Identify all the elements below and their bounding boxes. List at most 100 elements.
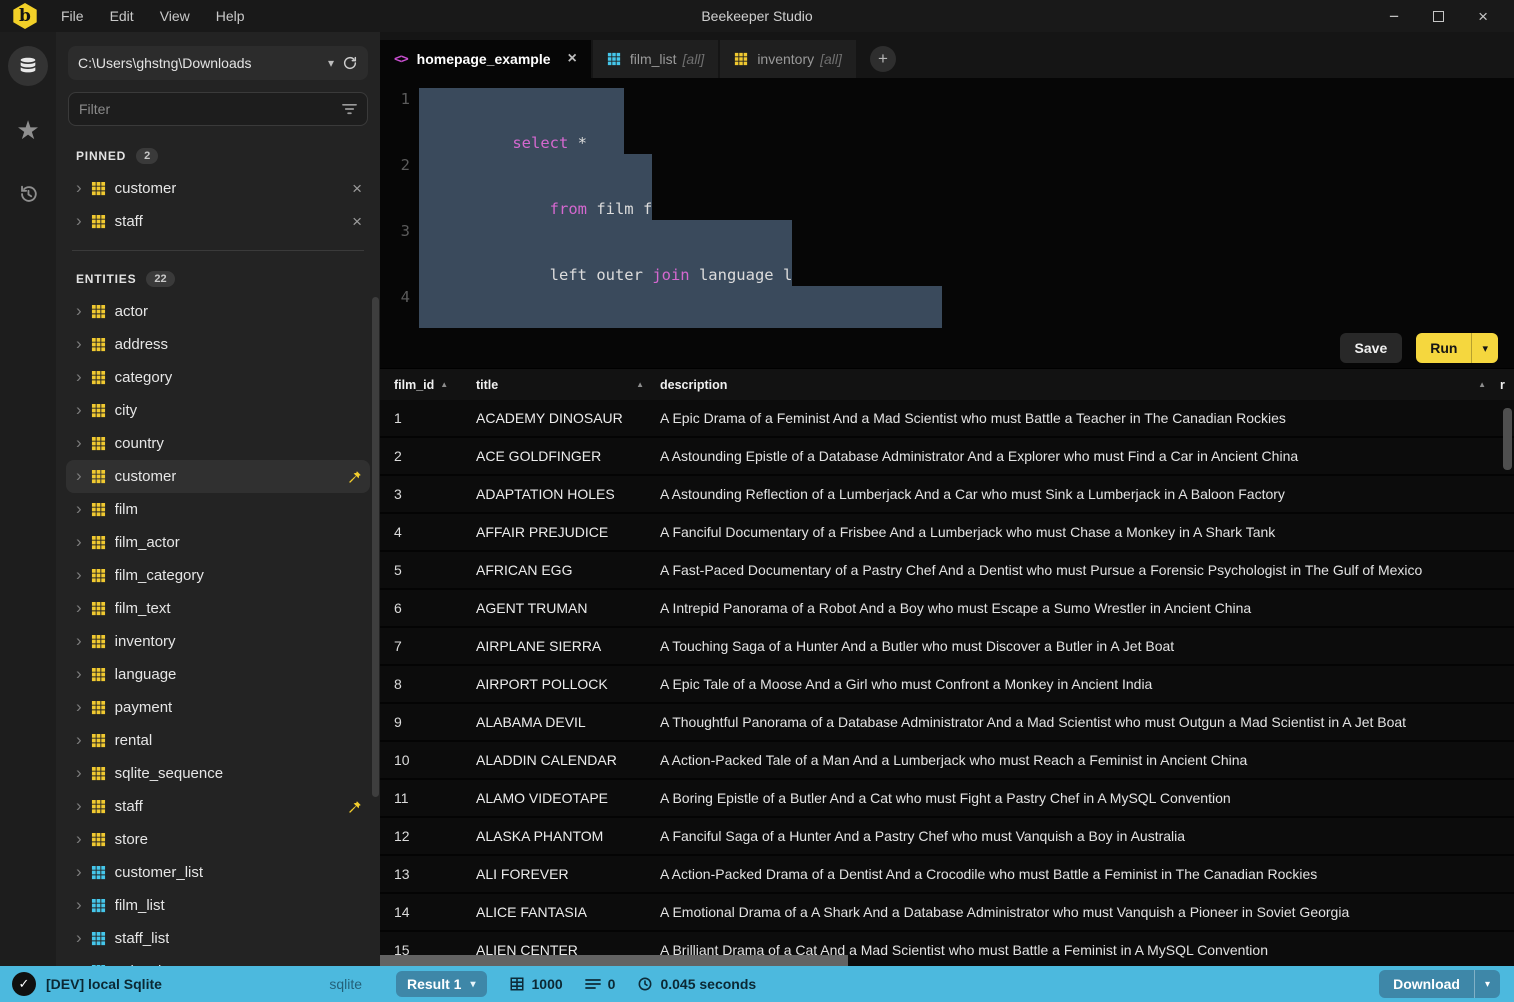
- table-row[interactable]: 1 ACADEMY DINOSAUR A Epic Drama of a Fem…: [380, 400, 1514, 438]
- chevron-right-icon[interactable]: ›: [76, 212, 82, 229]
- tab-film-list[interactable]: film_list [all]: [592, 40, 719, 78]
- table-row[interactable]: 6 AGENT TRUMAN A Intrepid Panorama of a …: [380, 590, 1514, 628]
- table-row[interactable]: 12 ALASKA PHANTOM A Fanciful Saga of a H…: [380, 818, 1514, 856]
- maximize-icon[interactable]: [1433, 10, 1445, 22]
- entity-item[interactable]: › city: [66, 394, 370, 427]
- filter-input[interactable]: [79, 101, 342, 117]
- entity-item[interactable]: › staff_list: [66, 922, 370, 955]
- cell-title[interactable]: AIRPORT POLLOCK: [476, 676, 660, 692]
- cell-title[interactable]: AGENT TRUMAN: [476, 600, 660, 616]
- chevron-right-icon[interactable]: ›: [76, 698, 82, 715]
- cell-film-id[interactable]: 12: [380, 828, 476, 844]
- history-icon[interactable]: [8, 174, 48, 214]
- cell-film-id[interactable]: 9: [380, 714, 476, 730]
- cell-description[interactable]: A Fanciful Documentary of a Frisbee And …: [660, 524, 1514, 540]
- chevron-right-icon[interactable]: ›: [76, 401, 82, 418]
- table-row[interactable]: 4 AFFAIR PREJUDICE A Fanciful Documentar…: [380, 514, 1514, 552]
- run-label[interactable]: Run: [1416, 333, 1471, 363]
- entity-item[interactable]: › film: [66, 493, 370, 526]
- entity-item[interactable]: › staff: [66, 790, 370, 823]
- filter-icon[interactable]: [342, 103, 357, 115]
- cell-description[interactable]: A Astounding Epistle of a Database Admin…: [660, 448, 1514, 464]
- chevron-right-icon[interactable]: ›: [76, 764, 82, 781]
- chevron-right-icon[interactable]: ›: [76, 665, 82, 682]
- sidebar-scrollbar[interactable]: [372, 297, 379, 797]
- entity-item[interactable]: › sqlite_sequence: [66, 757, 370, 790]
- entity-item[interactable]: › country: [66, 427, 370, 460]
- entity-item[interactable]: › store: [66, 823, 370, 856]
- column-header-title[interactable]: title ▲: [476, 378, 660, 392]
- download-caret-icon[interactable]: ▾: [1473, 970, 1500, 998]
- cell-description[interactable]: A Fast-Paced Documentary of a Pastry Che…: [660, 562, 1514, 578]
- download-button[interactable]: Download ▾: [1379, 970, 1500, 998]
- entity-item[interactable]: › film_category: [66, 559, 370, 592]
- cell-film-id[interactable]: 3: [380, 486, 476, 502]
- chevron-right-icon[interactable]: ›: [76, 962, 82, 966]
- chevron-right-icon[interactable]: ›: [76, 632, 82, 649]
- table-row[interactable]: 11 ALAMO VIDEOTAPE A Boring Epistle of a…: [380, 780, 1514, 818]
- minimize-icon[interactable]: −: [1389, 8, 1399, 25]
- database-icon[interactable]: [8, 46, 48, 86]
- cell-film-id[interactable]: 14: [380, 904, 476, 920]
- cell-description[interactable]: A Touching Saga of a Hunter And a Butler…: [660, 638, 1514, 654]
- pin-icon[interactable]: [348, 800, 362, 814]
- download-label[interactable]: Download: [1379, 970, 1474, 998]
- cell-description[interactable]: A Action-Packed Tale of a Man And a Lumb…: [660, 752, 1514, 768]
- close-icon[interactable]: ×: [1478, 8, 1488, 25]
- cell-title[interactable]: ACE GOLDFINGER: [476, 448, 660, 464]
- menu-item[interactable]: View: [147, 0, 203, 32]
- sql-editor[interactable]: 1 select * 2 from film f 3 left outer jo…: [380, 78, 1514, 328]
- refresh-icon[interactable]: [342, 55, 358, 71]
- tab-inventory[interactable]: inventory [all]: [720, 40, 856, 78]
- sort-asc-icon[interactable]: ▲: [440, 380, 448, 389]
- cell-description[interactable]: A Action-Packed Drama of a Dentist And a…: [660, 866, 1514, 882]
- cell-film-id[interactable]: 6: [380, 600, 476, 616]
- entity-item[interactable]: › film_list: [66, 889, 370, 922]
- chevron-right-icon[interactable]: ›: [76, 179, 82, 196]
- cell-description[interactable]: A Astounding Reflection of a Lumberjack …: [660, 486, 1514, 502]
- chevron-right-icon[interactable]: ›: [76, 566, 82, 583]
- entity-item[interactable]: › film_text: [66, 592, 370, 625]
- connection-select[interactable]: C:\Users\ghstng\Downloads ▾: [68, 46, 368, 80]
- column-header-film-id[interactable]: film_id ▲: [380, 378, 476, 392]
- cell-description[interactable]: A Thoughtful Panorama of a Database Admi…: [660, 714, 1514, 730]
- chevron-right-icon[interactable]: ›: [76, 830, 82, 847]
- tab-homepage-example[interactable]: <> homepage_example ×: [380, 40, 591, 78]
- cell-film-id[interactable]: 5: [380, 562, 476, 578]
- cell-description[interactable]: A Epic Tale of a Moose And a Girl who mu…: [660, 676, 1514, 692]
- cell-description[interactable]: A Boring Epistle of a Butler And a Cat w…: [660, 790, 1514, 806]
- unpin-close-icon[interactable]: ×: [352, 213, 362, 230]
- chevron-right-icon[interactable]: ›: [76, 434, 82, 451]
- entity-item[interactable]: › film_actor: [66, 526, 370, 559]
- entity-item[interactable]: › inventory: [66, 625, 370, 658]
- cell-title[interactable]: AFRICAN EGG: [476, 562, 660, 578]
- tab-close-icon[interactable]: ×: [568, 50, 577, 68]
- table-row[interactable]: 8 AIRPORT POLLOCK A Epic Tale of a Moose…: [380, 666, 1514, 704]
- cell-title[interactable]: ALAMO VIDEOTAPE: [476, 790, 660, 806]
- unpin-close-icon[interactable]: ×: [352, 180, 362, 197]
- cell-film-id[interactable]: 2: [380, 448, 476, 464]
- sort-icon[interactable]: ▲: [636, 380, 644, 389]
- cell-title[interactable]: ALICE FANTASIA: [476, 904, 660, 920]
- cell-title[interactable]: ALABAMA DEVIL: [476, 714, 660, 730]
- cell-description[interactable]: A Epic Drama of a Feminist And a Mad Sci…: [660, 410, 1514, 426]
- pinned-item[interactable]: › staff ×: [66, 205, 370, 238]
- entity-item[interactable]: › category: [66, 361, 370, 394]
- cell-film-id[interactable]: 8: [380, 676, 476, 692]
- run-button[interactable]: Run ▾: [1416, 333, 1498, 363]
- cell-title[interactable]: ACADEMY DINOSAUR: [476, 410, 660, 426]
- table-row[interactable]: 9 ALABAMA DEVIL A Thoughtful Panorama of…: [380, 704, 1514, 742]
- chevron-right-icon[interactable]: ›: [76, 896, 82, 913]
- new-tab-button[interactable]: +: [869, 46, 896, 72]
- result-tab-selector[interactable]: Result 1 ▾: [396, 971, 487, 997]
- cell-film-id[interactable]: 1: [380, 410, 476, 426]
- cell-film-id[interactable]: 4: [380, 524, 476, 540]
- table-row[interactable]: 10 ALADDIN CALENDAR A Action-Packed Tale…: [380, 742, 1514, 780]
- table-row[interactable]: 5 AFRICAN EGG A Fast-Paced Documentary o…: [380, 552, 1514, 590]
- cell-title[interactable]: AFFAIR PREJUDICE: [476, 524, 660, 540]
- cell-title[interactable]: ALASKA PHANTOM: [476, 828, 660, 844]
- table-row[interactable]: 2 ACE GOLDFINGER A Astounding Epistle of…: [380, 438, 1514, 476]
- table-row[interactable]: 13 ALI FOREVER A Action-Packed Drama of …: [380, 856, 1514, 894]
- entity-item[interactable]: › actor: [66, 295, 370, 328]
- cell-film-id[interactable]: 10: [380, 752, 476, 768]
